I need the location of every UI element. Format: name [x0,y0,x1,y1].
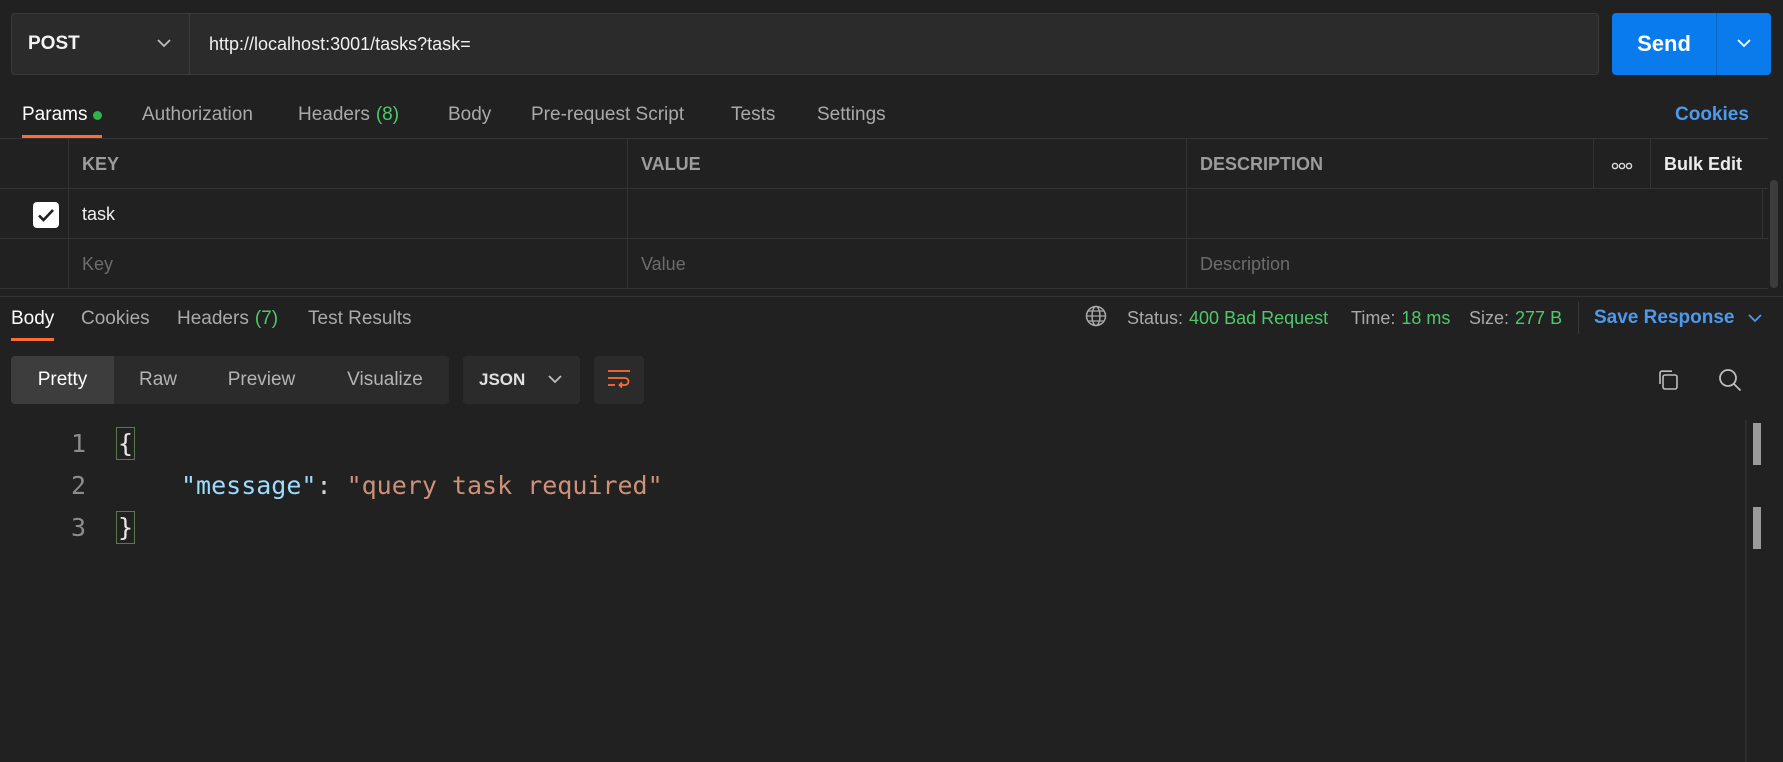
tab-headers[interactable]: Headers (8) [298,92,399,138]
tab-response-headers-label: Headers [177,308,249,329]
line-number: 3 [70,512,86,542]
code-scroll-marker[interactable] [1753,423,1761,465]
response-headers-count: (7) [254,308,279,329]
bulk-edit-button[interactable]: Bulk Edit [1650,139,1768,189]
col-key-header: KEY [68,139,627,189]
copy-icon[interactable] [1654,366,1682,394]
send-button[interactable]: Send [1612,13,1717,75]
method-select[interactable]: POST [12,14,190,74]
view-mode-selector: Pretty Raw Preview Visualize [11,356,449,404]
code-close-brace: } [115,510,136,544]
tab-params-label: Params [22,104,88,125]
size-value: 277 B [1515,307,1563,328]
checkbox-checked-icon[interactable] [33,202,59,228]
chevron-down-icon [157,35,171,53]
code-line: 2 "message": "query task required" [0,464,1745,506]
cookies-link[interactable]: Cookies [1675,92,1749,138]
send-options-button[interactable] [1717,13,1771,75]
code-line: 1 { [0,422,1745,464]
wrap-lines-button[interactable] [594,356,644,404]
response-time: Time: 18 ms [1351,296,1450,340]
chevron-down-icon [1748,307,1763,329]
line-number: 2 [70,470,86,500]
tab-params[interactable]: Params [22,92,103,138]
tab-test-results[interactable]: Test Results [308,297,411,341]
table-row-empty: Key Value Description [0,239,1768,289]
response-body-editor[interactable]: 1 { 2 "message": "query task required" 3… [0,420,1745,762]
json-string-value: "query task required" [346,470,663,500]
status-label: Status: [1127,307,1184,328]
json-colon: : [316,470,347,500]
tab-response-cookies[interactable]: Cookies [81,297,150,341]
tab-headers-label: Headers [298,104,370,125]
time-label: Time: [1351,307,1396,328]
save-response-button[interactable]: Save Response [1594,296,1763,340]
tab-tests-label: Tests [731,104,776,125]
param-value-cell[interactable] [627,189,1186,239]
tab-settings-label: Settings [817,104,886,125]
tab-body-label: Body [448,104,492,125]
format-label: JSON [479,370,526,389]
more-icon [1611,154,1633,175]
col-description-header: DESCRIPTION [1186,139,1593,189]
tab-tests[interactable]: Tests [731,92,775,138]
format-select[interactable]: JSON [463,356,580,404]
save-response-label: Save Response [1594,307,1735,328]
col-value-header: VALUE [627,139,1186,189]
param-key-cell[interactable]: task [68,189,627,239]
globe-icon [1085,305,1107,332]
tab-prerequest-label: Pre-request Script [531,104,685,125]
search-icon[interactable] [1716,366,1744,394]
size-label: Size: [1469,307,1510,328]
chevron-down-icon [548,371,562,389]
tab-settings[interactable]: Settings [817,92,886,138]
more-options-button[interactable] [1593,139,1650,189]
tab-response-body[interactable]: Body [11,297,55,341]
params-scrollbar[interactable] [1770,180,1778,288]
method-label: POST [28,33,80,54]
view-raw[interactable]: Raw [114,356,202,404]
params-active-dot [93,110,103,120]
network-info-button[interactable] [1085,296,1107,340]
view-preview[interactable]: Preview [202,356,321,404]
chevron-down-icon [1737,35,1751,53]
line-number: 1 [70,428,86,458]
code-open-brace: { [115,426,136,460]
params-table: KEY VALUE DESCRIPTION Bulk Edit task Key… [0,138,1768,292]
response-status: Status: 400 Bad Request [1127,296,1328,340]
params-header-row: KEY VALUE DESCRIPTION Bulk Edit [0,139,1768,189]
tab-prerequest-script[interactable]: Pre-request Script [531,92,684,138]
request-tabs: Params Authorization Headers (8) Body Pr… [0,92,1783,138]
time-value: 18 ms [1401,307,1451,328]
status-divider [1578,302,1579,334]
table-row: task [0,189,1768,239]
code-line-content: "message": "query task required" [181,471,663,500]
headers-count: (8) [375,104,400,125]
url-input[interactable]: http://localhost:3001/tasks?task= [190,14,1598,74]
tab-body[interactable]: Body [448,92,491,138]
tab-authorization[interactable]: Authorization [142,92,253,138]
status-value: 400 Bad Request [1189,307,1329,328]
param-key-input[interactable]: Key [68,239,627,289]
wrap-lines-icon [606,367,632,394]
code-scroll-track [1745,420,1747,762]
send-button-group: Send [1612,13,1771,75]
json-key: "message" [181,470,317,500]
view-visualize[interactable]: Visualize [321,356,449,404]
tab-response-headers[interactable]: Headers (7) [177,297,278,341]
request-bar: POST http://localhost:3001/tasks?task= [11,13,1599,75]
view-pretty[interactable]: Pretty [11,356,114,404]
param-description-input[interactable]: Description [1186,239,1763,289]
tab-authorization-label: Authorization [142,104,253,125]
param-description-cell[interactable] [1186,189,1763,239]
code-line: 3 } [0,506,1745,548]
code-scroll-marker[interactable] [1753,507,1761,549]
param-value-input[interactable]: Value [627,239,1186,289]
response-size: Size: 277 B [1469,296,1562,340]
